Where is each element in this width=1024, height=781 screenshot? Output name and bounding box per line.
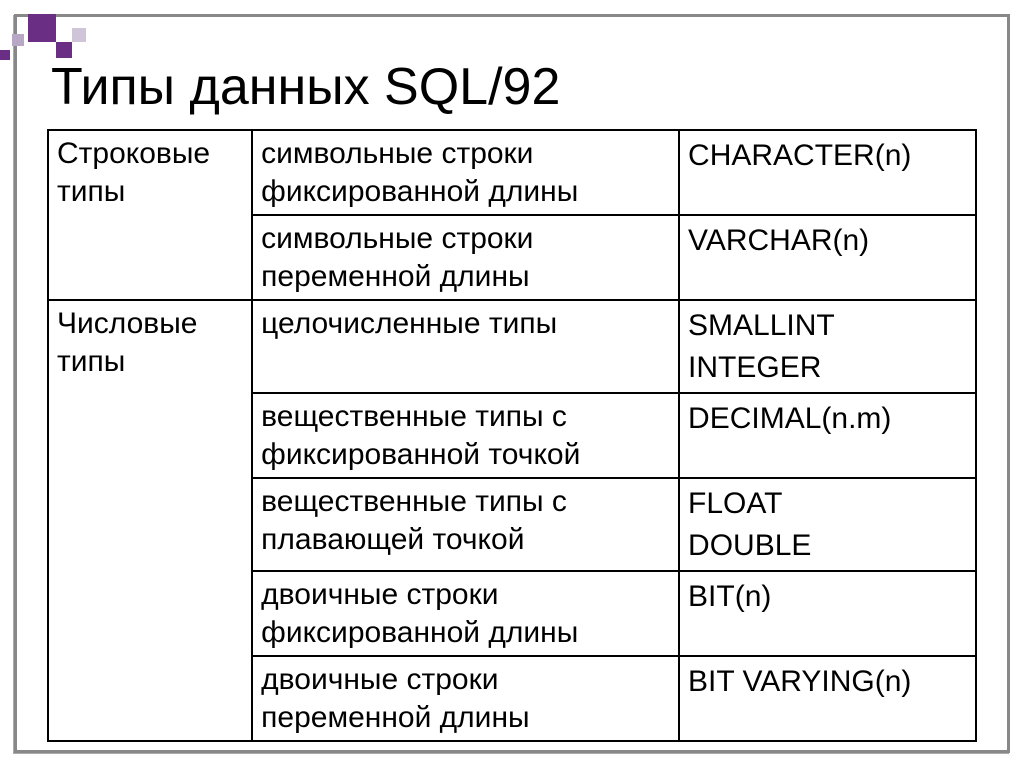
values-cell: FLOATDOUBLE <box>679 478 976 571</box>
type-value: SMALLINT <box>688 305 967 347</box>
page-title: Типы данных SQL/92 <box>47 57 977 117</box>
category-cell: Строковые типы <box>48 130 252 300</box>
type-value: INTEGER <box>688 347 967 389</box>
description-cell: целочисленные типы <box>252 300 679 393</box>
values-cell: BIT VARYING(n) <box>679 656 976 741</box>
data-types-table: Строковые типысимвольные строки фиксиров… <box>47 129 977 742</box>
slide-frame: Типы данных SQL/92 Строковые типысимволь… <box>14 14 1010 753</box>
values-cell: CHARACTER(n) <box>679 130 976 215</box>
type-value: CHARACTER(n) <box>688 135 967 177</box>
type-value: DOUBLE <box>688 525 967 567</box>
type-value: BIT VARYING(n) <box>688 661 967 703</box>
category-cell: Числовые типы <box>48 300 252 741</box>
description-cell: вещественные типы с плавающей точкой <box>252 478 679 571</box>
type-value: DECIMAL(n.m) <box>688 398 967 440</box>
table-row: Числовые типыцелочисленные типыSMALLINTI… <box>48 300 976 393</box>
table-row: Строковые типысимвольные строки фиксиров… <box>48 130 976 215</box>
description-cell: двоичные строки переменной длины <box>252 656 679 741</box>
values-cell: SMALLINTINTEGER <box>679 300 976 393</box>
description-cell: символьные строки фиксированной длины <box>252 130 679 215</box>
description-cell: символьные строки переменной длины <box>252 215 679 300</box>
description-cell: вещественные типы с фиксированной точкой <box>252 393 679 478</box>
type-value: BIT(n) <box>688 576 967 618</box>
values-cell: VARCHAR(n) <box>679 215 976 300</box>
values-cell: DECIMAL(n.m) <box>679 393 976 478</box>
type-value: FLOAT <box>688 483 967 525</box>
description-cell: двоичные строки фиксированной длины <box>252 571 679 656</box>
type-value: VARCHAR(n) <box>688 220 967 262</box>
values-cell: BIT(n) <box>679 571 976 656</box>
